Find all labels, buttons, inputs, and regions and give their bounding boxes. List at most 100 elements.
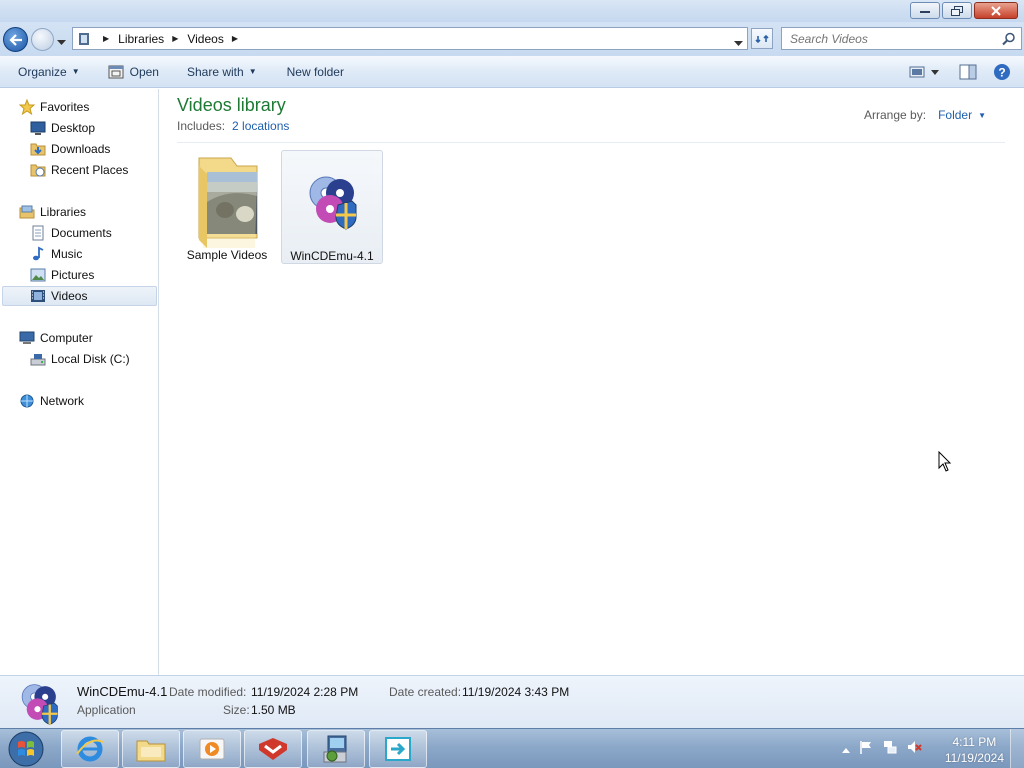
- show-hidden-icons-button[interactable]: [842, 742, 850, 756]
- close-button[interactable]: [974, 2, 1018, 19]
- media-player-icon: [199, 738, 225, 760]
- nav-local-disk[interactable]: Local Disk (C:): [29, 349, 130, 369]
- nav-favorites[interactable]: Favorites: [18, 97, 89, 117]
- restore-icon: [951, 5, 963, 16]
- open-label: Open: [129, 64, 159, 79]
- size-value: 1.50 MB: [251, 703, 296, 717]
- libraries-icon: [73, 32, 95, 46]
- help-button[interactable]: ?: [990, 60, 1014, 84]
- address-history-dropdown[interactable]: [734, 36, 743, 50]
- organize-label: Organize: [18, 64, 67, 79]
- breadcrumb-videos[interactable]: Videos: [187, 32, 223, 46]
- music-note-icon: [29, 246, 47, 262]
- date-created-label: Date created:: [389, 685, 462, 699]
- documents-icon: [29, 225, 47, 241]
- network-status-icon[interactable]: [882, 739, 898, 758]
- open-button[interactable]: Open: [99, 60, 168, 84]
- taskbar-windows-explorer[interactable]: [122, 730, 180, 768]
- organize-button[interactable]: Organize ▼: [9, 60, 89, 84]
- minimize-button[interactable]: [910, 2, 940, 19]
- search-icon[interactable]: [1002, 32, 1016, 49]
- taskbar-internet-explorer[interactable]: [61, 730, 119, 768]
- search-input[interactable]: [790, 31, 990, 46]
- chevron-up-icon: [842, 747, 850, 753]
- volume-muted-icon[interactable]: [906, 739, 922, 758]
- file-item-wincdemu[interactable]: WinCDEmu-4.1: [281, 150, 383, 264]
- show-desktop-button[interactable]: [1010, 729, 1024, 768]
- taskbar-installer[interactable]: [307, 730, 365, 768]
- chevron-down-icon: ▼: [71, 67, 80, 76]
- taskbar-red-app[interactable]: [244, 730, 302, 768]
- details-file-name: WinCDEmu-4.1: [77, 684, 168, 699]
- arrange-by: Arrange by: Folder ▼: [864, 108, 986, 122]
- taskbar: 4:11 PM 11/19/2024: [0, 728, 1024, 768]
- chevron-down-icon: ▼: [248, 67, 257, 76]
- address-row: ▶ Libraries ▶ Videos ▶: [0, 22, 1024, 56]
- clock-time: 4:11 PM: [952, 735, 997, 749]
- breadcrumb-libraries[interactable]: Libraries: [118, 32, 164, 46]
- forward-button[interactable]: [31, 28, 54, 51]
- locations-link[interactable]: 2 locations: [232, 119, 289, 133]
- nav-downloads-label: Downloads: [51, 142, 111, 156]
- nav-videos[interactable]: Videos: [2, 286, 157, 306]
- windows-logo-icon: [8, 731, 44, 767]
- internet-explorer-icon: [76, 736, 104, 762]
- nav-recent-places[interactable]: Recent Places: [29, 160, 128, 180]
- nav-desktop-label: Desktop: [51, 121, 96, 135]
- taskbar-media-player[interactable]: [183, 730, 241, 768]
- nav-pictures-label: Pictures: [51, 268, 95, 282]
- computer-icon: [18, 330, 36, 346]
- arrange-by-label: Arrange by:: [864, 108, 927, 122]
- breadcrumb: ▶ Libraries ▶ Videos ▶: [103, 31, 238, 46]
- desktop-icon: [29, 120, 47, 136]
- details-file-type: Application: [77, 703, 136, 717]
- nav-documents[interactable]: Documents: [29, 223, 112, 243]
- wincdemu-disc-shield-icon: [288, 155, 376, 247]
- svg-text:?: ?: [998, 66, 1005, 80]
- arrange-by-dropdown[interactable]: Folder: [938, 108, 972, 122]
- change-view-button[interactable]: [906, 60, 946, 84]
- nav-network[interactable]: Network: [18, 391, 84, 411]
- downloads-folder-icon: [29, 141, 47, 157]
- installer-icon: [323, 735, 347, 763]
- chevron-down-icon[interactable]: ▼: [978, 111, 986, 120]
- restore-button[interactable]: [942, 2, 972, 19]
- address-bar[interactable]: ▶ Libraries ▶ Videos ▶: [72, 27, 748, 50]
- search-box[interactable]: [781, 27, 1022, 50]
- clock-date: 11/19/2024: [944, 751, 1004, 765]
- file-item-sample-videos[interactable]: Sample Videos: [176, 150, 278, 264]
- preview-pane-button[interactable]: [956, 60, 980, 84]
- new-folder-label: New folder: [286, 64, 344, 79]
- share-with-button[interactable]: Share with ▼: [178, 60, 266, 84]
- refresh-button[interactable]: [751, 28, 773, 49]
- back-button[interactable]: [3, 27, 28, 52]
- clock[interactable]: 4:11 PM 11/19/2024: [945, 734, 1004, 766]
- nav-favorites-label: Favorites: [40, 100, 90, 114]
- nav-desktop[interactable]: Desktop: [29, 118, 95, 138]
- nav-music[interactable]: Music: [29, 244, 82, 264]
- taskbar-remote-app[interactable]: [369, 730, 427, 768]
- mouse-pointer-icon: [938, 450, 952, 476]
- nav-pictures[interactable]: Pictures: [29, 265, 94, 285]
- navigation-pane: Favorites Desktop Downloads Recent Place…: [0, 89, 159, 675]
- open-app-icon: [108, 65, 124, 78]
- minimize-icon: [920, 10, 930, 13]
- new-folder-button[interactable]: New folder: [278, 60, 353, 84]
- arrow-box-icon: [385, 737, 411, 761]
- nav-recent-places-label: Recent Places: [51, 163, 129, 177]
- help-icon: ?: [994, 64, 1010, 80]
- nav-downloads[interactable]: Downloads: [29, 139, 110, 159]
- action-center-flag-icon[interactable]: [858, 739, 874, 758]
- network-icon: [18, 393, 36, 409]
- recent-pages-dropdown[interactable]: [57, 35, 66, 49]
- date-modified-label: Date modified:: [169, 685, 247, 699]
- system-tray: [842, 739, 922, 758]
- chevron-down-icon: [57, 40, 66, 45]
- start-button[interactable]: [4, 730, 48, 768]
- nav-computer[interactable]: Computer: [18, 328, 93, 348]
- library-includes: Includes: 2 locations: [177, 119, 289, 133]
- details-pane: WinCDEmu-4.1 Application Date modified: …: [0, 675, 1024, 728]
- local-disk-icon: [29, 351, 47, 367]
- nav-libraries[interactable]: Libraries: [18, 202, 86, 222]
- chevron-down-icon: [734, 41, 743, 46]
